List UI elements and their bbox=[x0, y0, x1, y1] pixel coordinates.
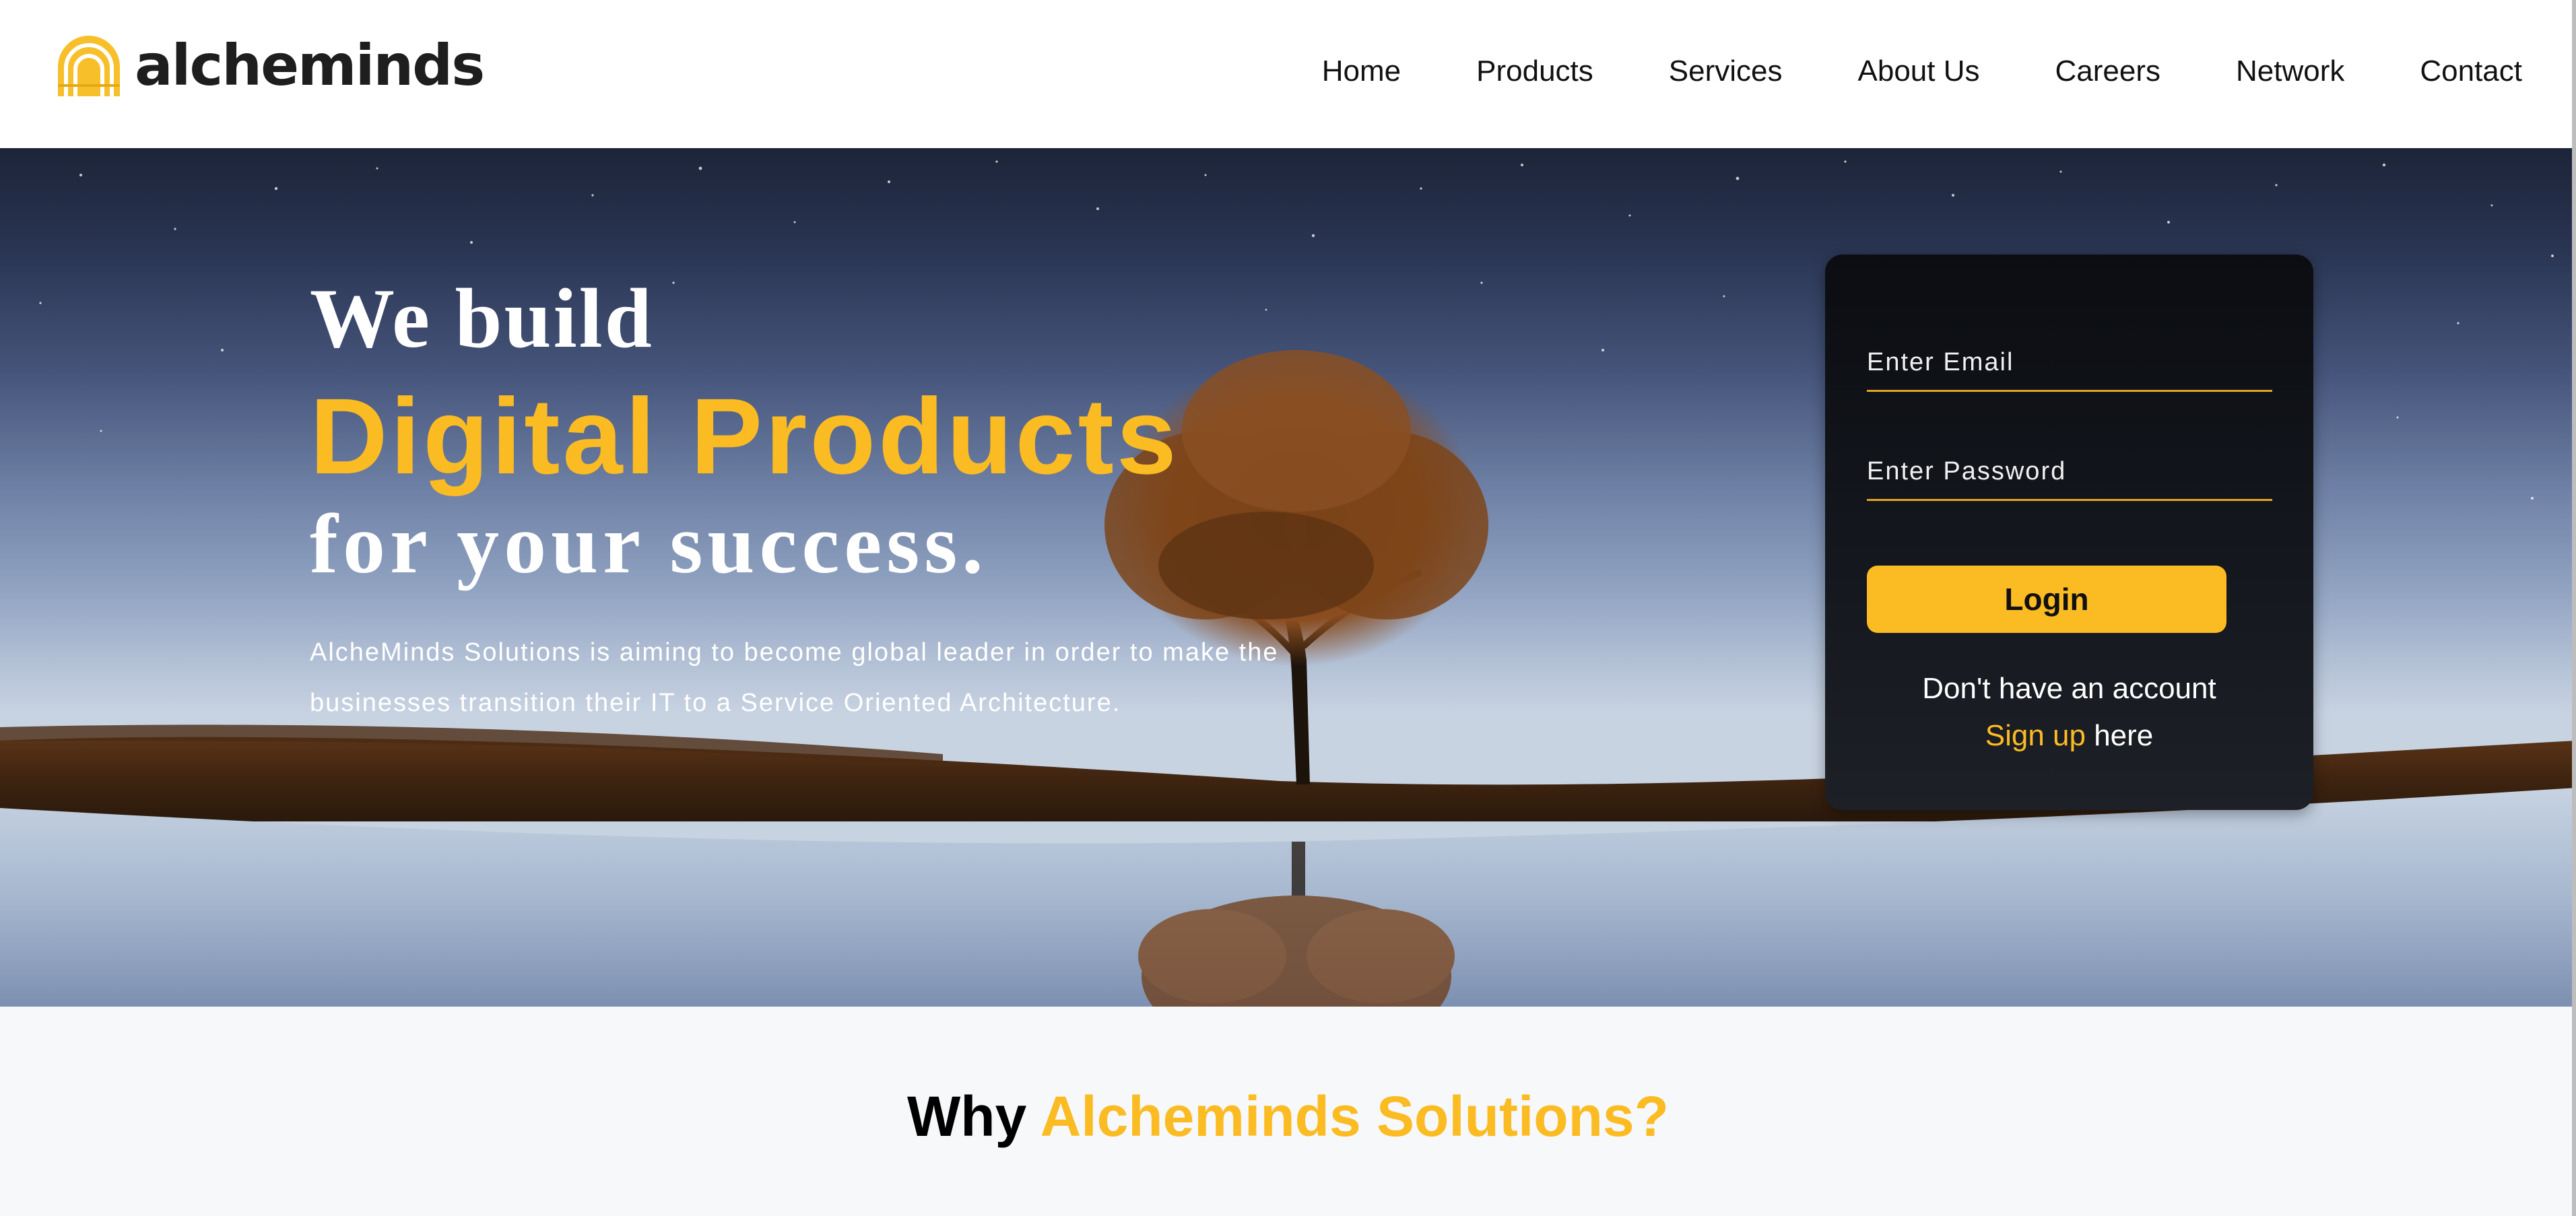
hero-description-line-1: AlcheMinds Solutions is aiming to become… bbox=[310, 638, 1279, 667]
login-button[interactable]: Login bbox=[1867, 566, 2226, 633]
alcheminds-logo-icon bbox=[58, 36, 120, 96]
login-card: Login Don't have an account Sign up here bbox=[1825, 255, 2313, 810]
password-input[interactable] bbox=[1867, 444, 2272, 499]
hero-heading-line-2: Digital Products bbox=[310, 376, 1179, 496]
brand-logo[interactable]: alcheminds bbox=[54, 28, 485, 102]
nav-item-products[interactable]: Products bbox=[1476, 46, 1593, 97]
no-account-text: Don't have an account bbox=[1922, 672, 2216, 705]
hero-heading-line-3: for your success. bbox=[310, 498, 988, 591]
email-input[interactable] bbox=[1867, 335, 2272, 390]
signup-suffix: here bbox=[2094, 719, 2154, 752]
email-field-wrapper bbox=[1867, 335, 2272, 392]
nav-item-home[interactable]: Home bbox=[1322, 46, 1401, 97]
signup-link[interactable]: Sign up bbox=[1985, 719, 2086, 752]
page-scrollbar[interactable] bbox=[2572, 0, 2576, 1216]
signup-prompt: Don't have an account Sign up here bbox=[1825, 665, 2313, 759]
nav-item-services[interactable]: Services bbox=[1669, 46, 1783, 97]
nav-item-about-us[interactable]: About Us bbox=[1858, 46, 1980, 97]
hero-description: AlcheMinds Solutions is aiming to become… bbox=[310, 628, 1387, 729]
nav-item-careers[interactable]: Careers bbox=[2055, 46, 2160, 97]
hero-heading-line-1: We build bbox=[310, 272, 654, 366]
nav-item-contact[interactable]: Contact bbox=[2420, 46, 2522, 97]
why-section: Why Alcheminds Solutions? bbox=[0, 1007, 2576, 1216]
why-section-title: Why Alcheminds Solutions? bbox=[0, 1084, 2576, 1149]
hero-description-line-2: businesses transition their IT to a Serv… bbox=[310, 689, 1121, 717]
why-title-prefix: Why bbox=[907, 1085, 1027, 1148]
nav-item-network[interactable]: Network bbox=[2236, 46, 2344, 97]
hero-section: We build Digital Products for your succe… bbox=[0, 148, 2576, 1007]
why-title-accent: Alcheminds Solutions? bbox=[1040, 1085, 1669, 1148]
site-header: alcheminds Home Products Services About … bbox=[0, 0, 2576, 148]
main-nav: Home Products Services About Us Careers … bbox=[1247, 46, 2522, 97]
signup-line: Sign up here bbox=[1825, 712, 2313, 759]
password-field-wrapper bbox=[1867, 444, 2272, 501]
brand-name: alcheminds bbox=[135, 32, 485, 98]
